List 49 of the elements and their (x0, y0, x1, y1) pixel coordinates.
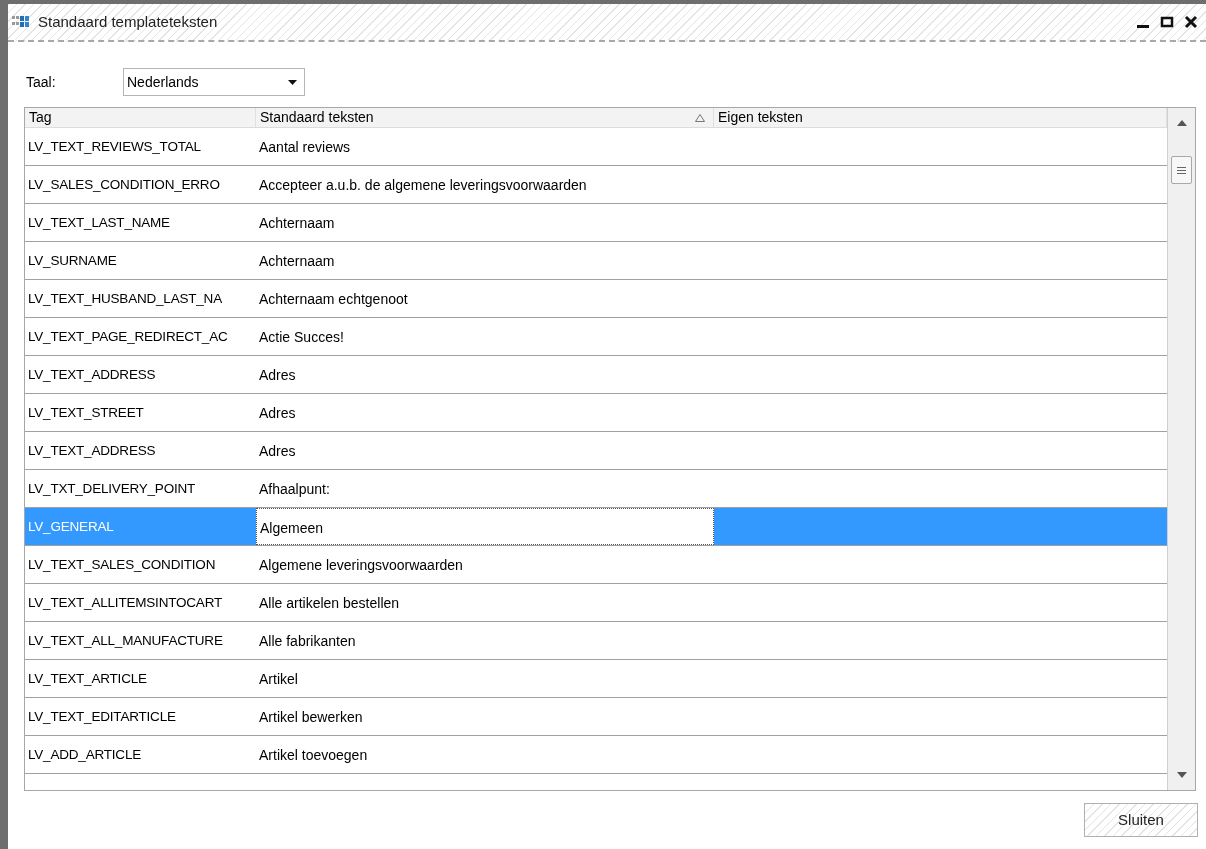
table-cell-text: Accepteer a.u.b. de algemene leveringsvoorwaarden (258, 176, 588, 195)
table-cell-text: LV_TEXT_EDITARTICLE (27, 708, 177, 726)
table-cell-text: LV_TEXT_ADDRESS (27, 366, 157, 384)
scroll-up-icon[interactable] (1176, 120, 1187, 126)
table-cell-text: Achternaam (258, 214, 336, 233)
table-cell-text: LV_SURNAME (27, 252, 118, 270)
table-row[interactable]: LV_GENERAL Algemeen (25, 508, 1167, 546)
table-cell-text: LV_TEXT_ALL_MANUFACTURE (27, 632, 224, 650)
table-cell-text: LV_TEXT_SALES_CONDITION (27, 556, 217, 574)
table-cell-text: LV_ADD_ARTICLE (27, 746, 142, 764)
close-icon[interactable] (1184, 15, 1198, 29)
table-cell-text: Artikel bewerken (258, 708, 364, 727)
table-cell-text: LV_TEXT_REVIEWS_TOTAL (27, 138, 202, 156)
table-cell-text: LV_GENERAL (27, 518, 115, 536)
column-header[interactable]: Tag (25, 108, 256, 127)
scrollbar[interactable] (1167, 108, 1195, 790)
table-cell-text: LV_TEXT_ALLITEMSINTOCART (27, 594, 223, 612)
table-cell-text: Artikel (258, 670, 299, 689)
table-cell-text: Alle fabrikanten (258, 632, 357, 651)
table-cell-text: Adres (258, 442, 297, 461)
scroll-down-icon[interactable] (1176, 772, 1187, 778)
column-header[interactable]: Standaard teksten (256, 108, 714, 127)
table-cell-text: Algemene leveringsvoorwaarden (258, 556, 464, 575)
close-button[interactable]: Sluiten (1084, 803, 1198, 837)
table-cell-text: LV_TEXT_PAGE_REDIRECT_AC (27, 328, 229, 346)
table-cell-text: Actie Succes! (258, 328, 345, 347)
scroll-thumb[interactable] (1171, 156, 1192, 184)
table-cell-text: LV_TEXT_STREET (27, 404, 145, 422)
table-cell-text: Alle artikelen bestellen (258, 594, 401, 613)
table-cell-text: Adres (258, 366, 297, 385)
table-cell-text: Achternaam echtgenoot (258, 290, 409, 309)
table-cell-text: LV_TXT_DELIVERY_POINT (27, 480, 197, 498)
table-cell-text: LV_TEXT_HUSBAND_LAST_NA (27, 290, 223, 308)
table-cell-text: LV_SALES_CONDITION_ERRO (27, 176, 221, 194)
table-cell-text: LV_TEXT_ADDRESS (27, 442, 157, 460)
table-cell[interactable]: Algemeen (256, 508, 714, 545)
caret-icon (288, 79, 297, 85)
table-cell-text: Artikel toevoegen (258, 746, 369, 765)
table-cell-text: Aantal reviews (258, 138, 352, 157)
language-label: Taal: (26, 72, 57, 92)
table-cell-text: Afhaalpunt: (258, 480, 331, 499)
table-cell-text: LV_TEXT_LAST_NAME (27, 214, 171, 232)
maximize-icon[interactable] (1160, 15, 1174, 29)
language-dropdown[interactable]: Nederlands (123, 68, 305, 96)
table-cell-text: Achternaam (258, 252, 336, 271)
window-title: Standaard templateteksten (38, 11, 218, 32)
table-cell-text: Adres (258, 404, 297, 423)
table-cell-text: LV_TEXT_ARTICLE (27, 670, 148, 688)
app-icon (12, 16, 32, 28)
